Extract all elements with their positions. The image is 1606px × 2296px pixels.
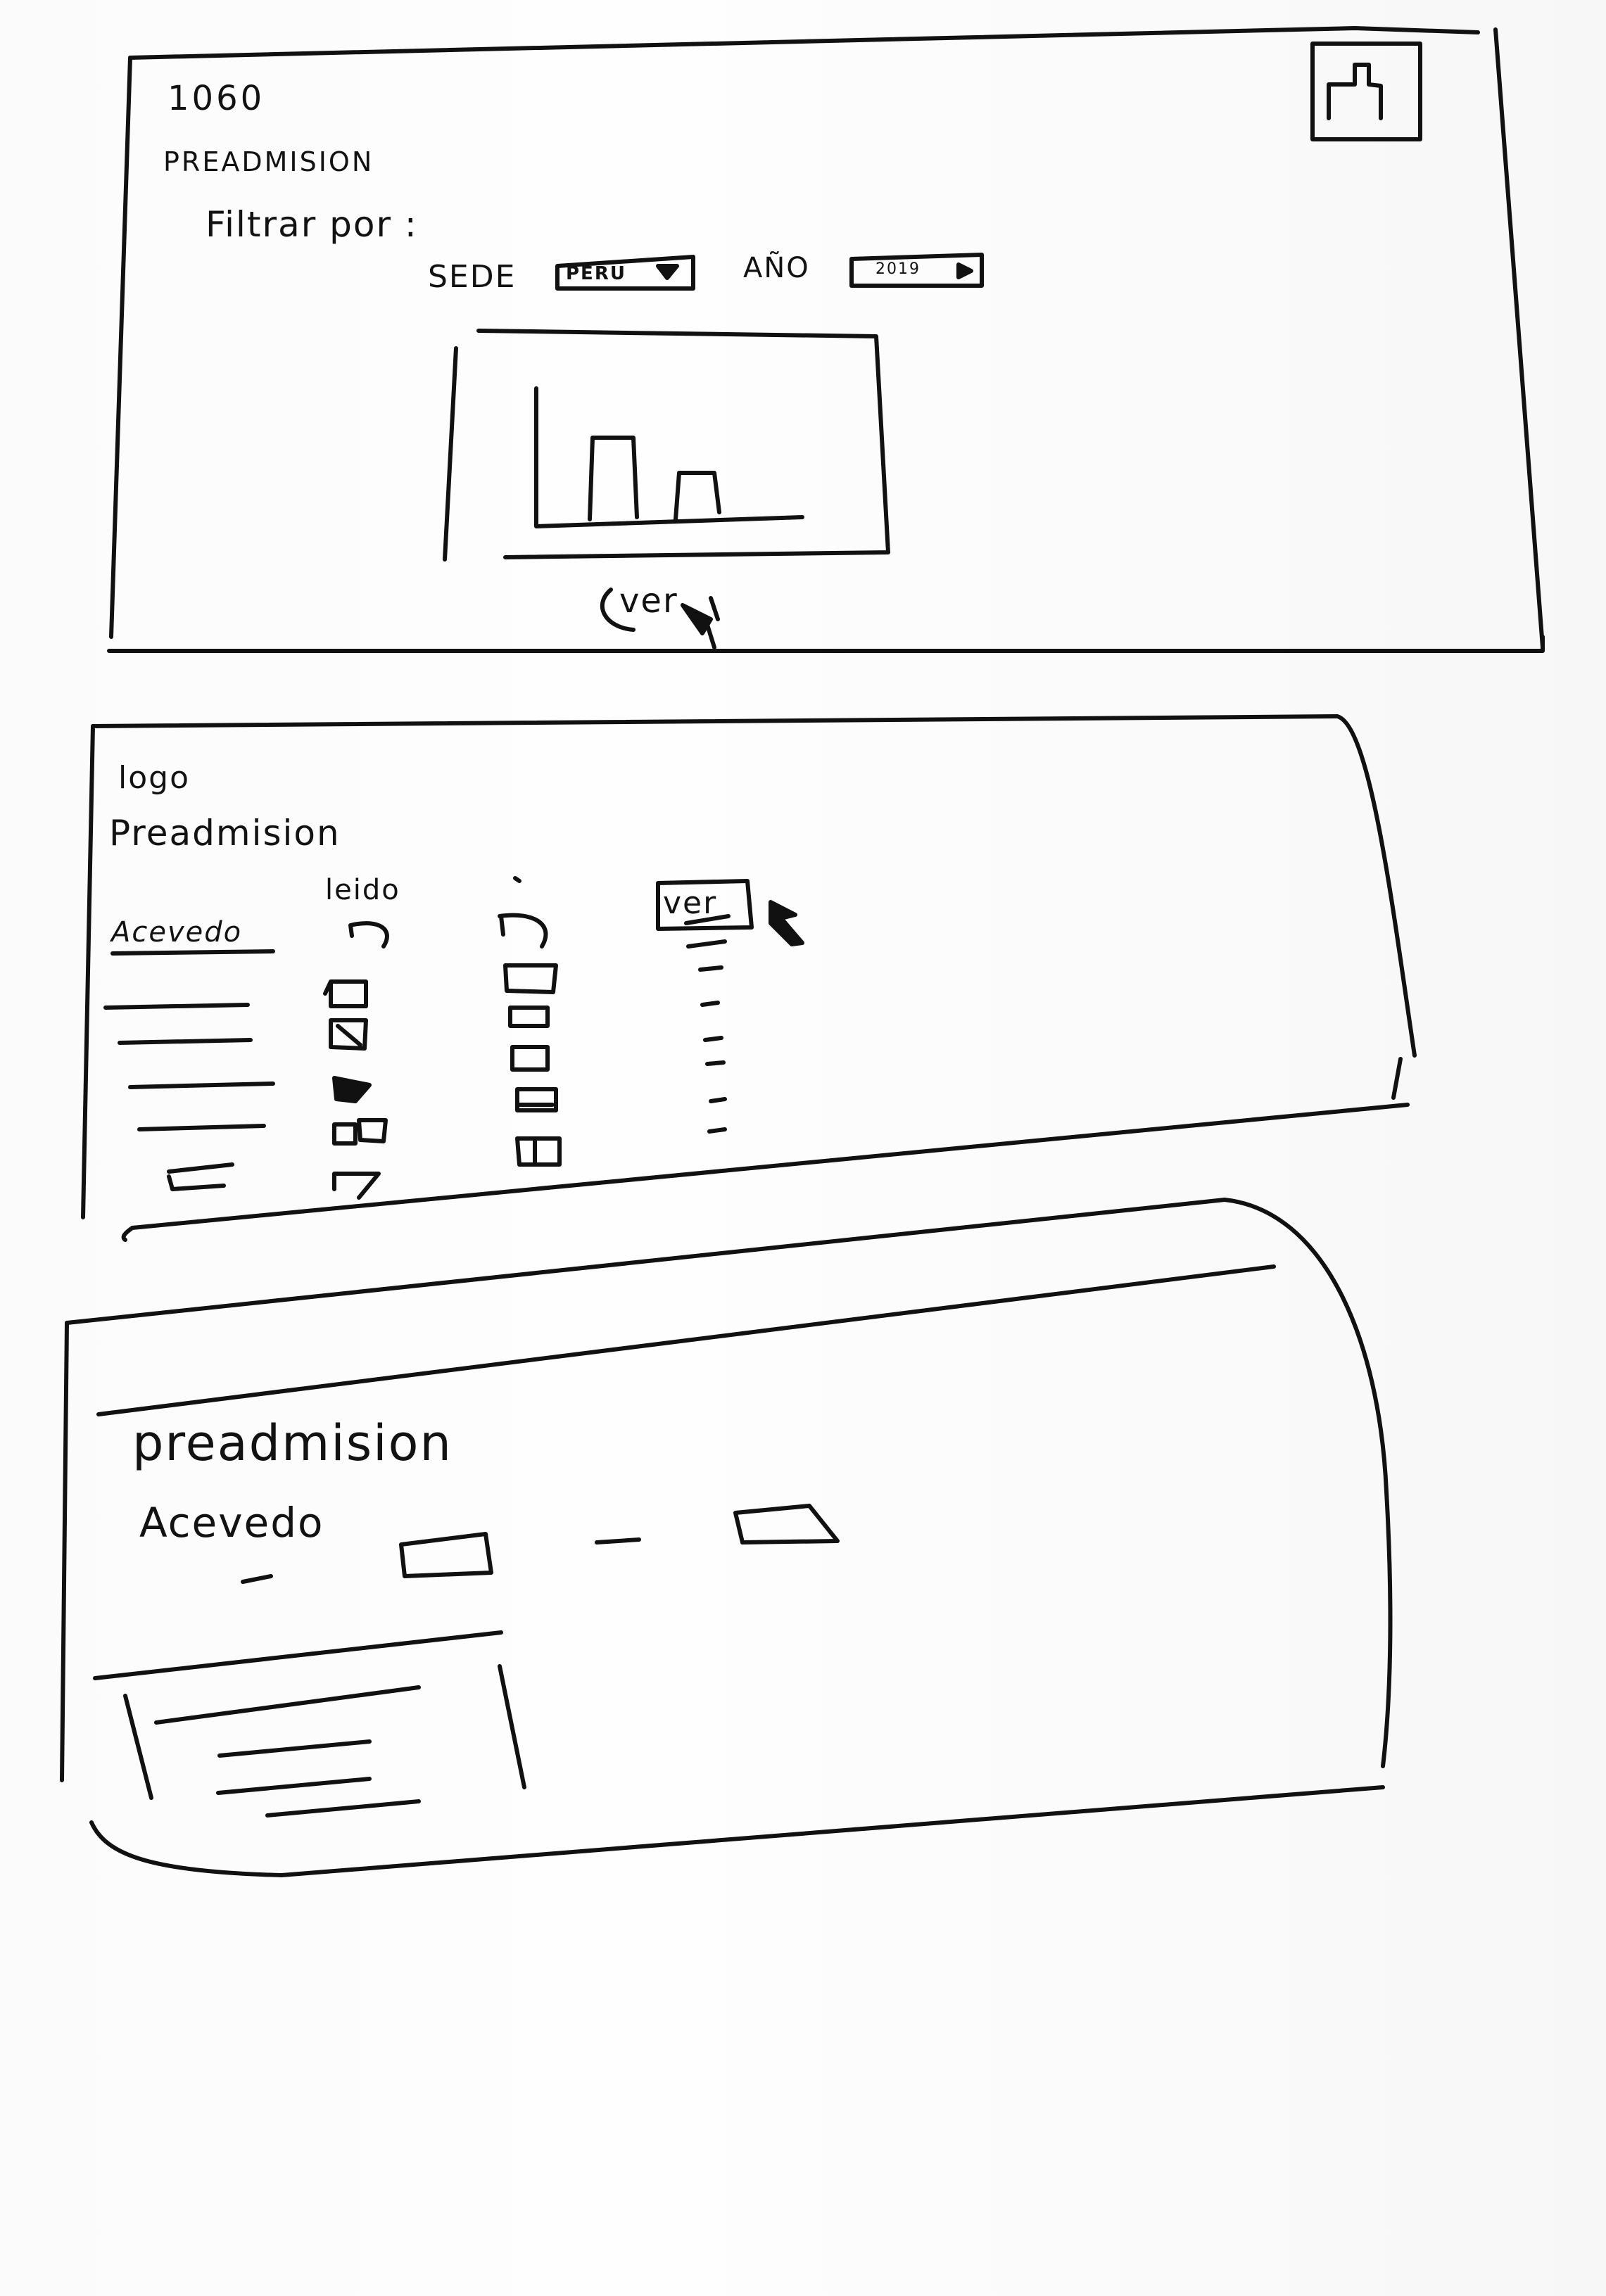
read-checkbox	[348, 921, 389, 949]
logo-text: logo	[118, 760, 190, 796]
row-name-3	[118, 1038, 253, 1045]
sede-dropdown-value[interactable]: PERU	[566, 263, 626, 284]
column-header-leido: leido	[325, 874, 400, 906]
screen-1-frame	[107, 26, 1545, 653]
name-label: Acevedo	[139, 1499, 324, 1547]
top-bar-line	[96, 1264, 1276, 1416]
third-column-dashes	[684, 914, 731, 1134]
row-name-6	[167, 1162, 234, 1191]
sketch-drawing	[60, 26, 1545, 1877]
chart-bar-1	[588, 436, 639, 521]
read-checkbox	[332, 1076, 372, 1103]
page-title: preadmision	[132, 1414, 453, 1472]
column-header-dash	[513, 876, 521, 883]
second-checkbox	[508, 1006, 550, 1028]
detail-panel	[93, 1630, 526, 1818]
filter-label: Filtrar por :	[206, 204, 418, 245]
read-checkbox	[332, 1172, 381, 1200]
user-icon[interactable]	[1310, 42, 1422, 141]
page-title: Preadmision	[109, 813, 341, 854]
field-box[interactable]	[733, 1504, 840, 1545]
screen-2-frame	[81, 714, 1417, 1242]
row-name-underline-1	[110, 949, 275, 956]
bar-chart	[443, 329, 890, 562]
chart-bar-2	[674, 471, 721, 521]
field-dash	[595, 1537, 641, 1545]
ano-label: AÑO	[743, 252, 810, 284]
sede-label: SEDE	[428, 259, 517, 295]
ver-button[interactable]: ver	[663, 885, 717, 921]
second-checkbox	[503, 963, 558, 994]
second-checkbox	[515, 1136, 562, 1167]
field-dash	[241, 1574, 273, 1584]
ano-dropdown-value[interactable]: 2019	[875, 260, 921, 278]
read-checkbox	[323, 979, 368, 1008]
read-checkbox	[332, 1118, 388, 1146]
table-row-name[interactable]: Acevedo	[111, 916, 242, 949]
row-name-2	[103, 1003, 250, 1010]
second-checkbox	[515, 1087, 558, 1112]
logo-text: 1060	[167, 79, 265, 118]
second-checkbox	[498, 913, 548, 949]
second-checkbox	[510, 1045, 550, 1072]
row-name-5	[137, 1124, 266, 1131]
page-title: PREADMISION	[163, 146, 374, 177]
field-box[interactable]	[399, 1532, 493, 1578]
form-fields	[241, 1504, 840, 1584]
ver-button[interactable]: ver	[619, 581, 678, 621]
row-name-4	[128, 1082, 275, 1089]
read-checkbox	[329, 1018, 368, 1051]
